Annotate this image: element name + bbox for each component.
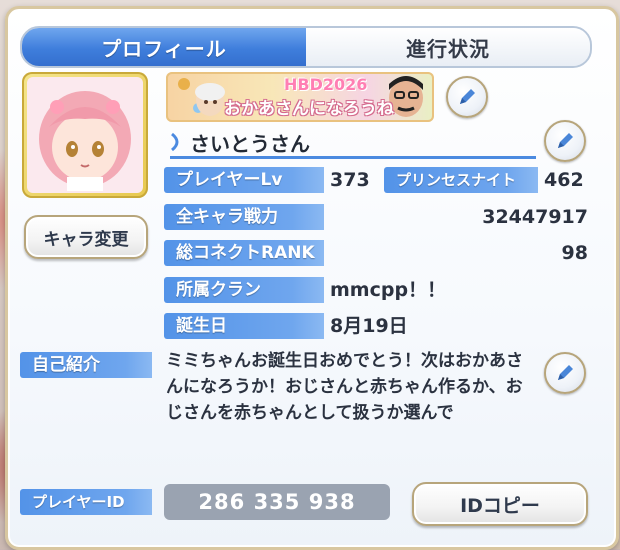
- connect-rank-label: 総コネクトRANK: [164, 240, 324, 266]
- clan-label: 所属クラン: [164, 277, 324, 303]
- player-id-label: プレイヤーID: [20, 489, 152, 515]
- princess-knight-label: プリンセスナイト: [384, 167, 538, 193]
- tab-progress[interactable]: 進行状況: [306, 28, 590, 66]
- connect-rank-value: 98: [561, 242, 588, 264]
- intro-text: ミミちゃんお誕生日おめでとう！次はおかあさんになろうか！おじさんと赤ちゃん作るか…: [166, 351, 523, 423]
- pencil-icon: [460, 89, 475, 104]
- edit-name-button[interactable]: [544, 120, 586, 162]
- player-level-label: プレイヤーLv: [164, 167, 324, 193]
- birthday-label: 誕生日: [164, 313, 324, 339]
- player-name: さいとうさん: [190, 132, 310, 156]
- character-portrait[interactable]: [22, 72, 148, 198]
- edit-intro-button[interactable]: [544, 352, 586, 394]
- edit-banner-button[interactable]: [446, 76, 488, 118]
- pencil-icon: [558, 133, 573, 148]
- tab-bar: プロフィール 進行状況: [20, 26, 592, 68]
- banner-title: HBD2026: [284, 75, 368, 94]
- birthday-value: 8月19日: [330, 315, 408, 337]
- intro-label: 自己紹介: [20, 352, 152, 378]
- princess-knight-value: 462: [544, 169, 584, 191]
- player-name-row: さいとうさん: [170, 126, 536, 159]
- banner-subtitle: おかあさんになろうね: [224, 99, 394, 119]
- sparkle-icon: [171, 132, 179, 152]
- total-power-value: 32447917: [482, 206, 588, 228]
- birthday-banner: HBD2026 おかあさんになろうね: [166, 72, 434, 122]
- clan-value: mmcpp！！: [330, 279, 447, 301]
- player-id-value: 286 335 938: [164, 484, 390, 520]
- copy-id-button[interactable]: IDコピー: [412, 482, 588, 526]
- player-level-value: 373: [330, 169, 370, 191]
- tab-profile[interactable]: プロフィール: [22, 28, 306, 66]
- character-portrait-image: [27, 77, 143, 193]
- pencil-icon: [558, 365, 573, 380]
- change-character-button[interactable]: キャラ変更: [24, 215, 148, 259]
- total-power-label: 全キャラ戦力: [164, 204, 324, 230]
